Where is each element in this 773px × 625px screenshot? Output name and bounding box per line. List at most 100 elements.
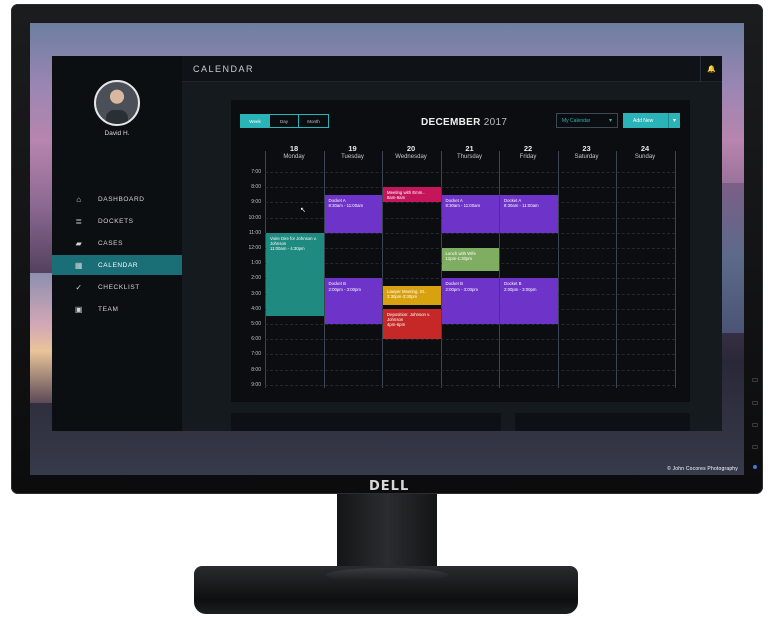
calendar-event[interactable]: Lawyer Meeting, St.. 2:30pm-3:30pm: [383, 286, 441, 305]
photo-credit: © John Cocores Photography: [667, 466, 738, 472]
event-title: Deposition: Johnson v. Johnson: [387, 311, 431, 322]
notifications-button[interactable]: 🔔: [700, 56, 722, 82]
event-title: Voire Dire for Johnson v. Johnson: [270, 235, 317, 246]
time-label: 2:00: [251, 275, 261, 282]
month-title: DECEMBER 2017: [421, 117, 507, 128]
grid-row-line: [265, 369, 675, 371]
calendar-select[interactable]: My Calendar ▾: [556, 113, 618, 128]
day-header: 23 Saturday: [558, 145, 616, 161]
day-header: 22 Friday: [499, 145, 557, 161]
grid-row-line: [265, 324, 675, 325]
chevron-down-icon[interactable]: ▾: [668, 113, 680, 128]
calendar-app: David H. ⌂ DASHBOARD ≣ DOCKETS ▰ CASES ▦ CALEND…: [52, 56, 722, 431]
calendar-event[interactable]: Deposition: Johnson v. Johnson 4pm-6pm: [383, 308, 441, 340]
day-number: 20: [406, 144, 416, 153]
day-name: Sunday: [634, 154, 656, 160]
sidebar-item-label: DASHBOARD: [98, 195, 145, 203]
sidebar-item-cases[interactable]: ▰ CASES: [52, 233, 182, 253]
time-label: 6:00: [251, 336, 261, 343]
grid-row-line: [265, 172, 675, 173]
monitor-photo: David H. ⌂ DASHBOARD ≣ DOCKETS ▰ CASES ▦ CALEND…: [0, 0, 773, 625]
event-time: 11:00am - 4:30pm: [270, 246, 305, 252]
day-number: 21: [465, 144, 474, 153]
time-label: 1:00: [251, 260, 261, 267]
event-time: 4pm-6pm: [387, 322, 406, 328]
day-header: 24 Sunday: [616, 145, 674, 161]
monitor-stand-ring: [326, 568, 448, 582]
avatar[interactable]: [94, 80, 140, 126]
time-label: 8:00: [251, 366, 261, 373]
calendar-event[interactable]: Meeting with Emm.. 8am-9am: [383, 187, 441, 203]
day-number: 23: [582, 144, 591, 153]
year: 2017: [483, 117, 508, 128]
day-number: 18: [289, 144, 299, 153]
monitor-stand-neck: [337, 494, 437, 572]
monitor-screen: David H. ⌂ DASHBOARD ≣ DOCKETS ▰ CASES ▦ CALEND…: [30, 23, 744, 475]
briefcase-icon: ▰: [75, 238, 83, 248]
day-name: Friday: [519, 154, 537, 160]
calendar-event[interactable]: Docket B 2:00pm - 3:00pm: [441, 278, 499, 324]
calendar-select-value: My Calendar: [562, 117, 591, 124]
time-label: 11:00: [248, 229, 261, 236]
bell-icon: 🔔: [707, 66, 716, 73]
day-header: 18 Monday: [265, 145, 323, 161]
calendar-event[interactable]: Docket A 8:30am - 11:00am: [324, 194, 382, 233]
calendar-event[interactable]: Docket B 2:00pm - 3:00pm: [324, 278, 382, 324]
calendar-event[interactable]: Lunch with Wife 12pm-1:30pm: [441, 248, 499, 271]
event-time: 2:00pm - 3:00pm: [328, 286, 361, 292]
sidebar: David H. ⌂ DASHBOARD ≣ DOCKETS ▰ CASES ▦ CALEND…: [52, 56, 182, 431]
day-name: Saturday: [574, 154, 599, 160]
event-time: 2:00pm - 3:00pm: [504, 286, 537, 292]
page-title: CALENDAR: [193, 64, 255, 74]
wallpaper-left: [30, 273, 54, 403]
event-time: 2:30pm-3:30pm: [387, 294, 418, 300]
monitor-button: [752, 423, 758, 427]
contact-icon: ▣: [74, 304, 84, 314]
calendar-event[interactable]: Voire Dire for Johnson v. Johnson 11:00am…: [266, 232, 324, 317]
view-day-button[interactable]: Day: [270, 115, 299, 127]
event-time: 2:00pm - 3:00pm: [445, 286, 478, 292]
grid-row-line: [265, 354, 675, 356]
add-new-label: Add New: [633, 117, 654, 124]
bottom-panel-right: [515, 413, 690, 431]
home-icon: ⌂: [76, 194, 82, 204]
wallpaper-right: [720, 183, 744, 333]
time-label: 3:00: [251, 290, 261, 297]
power-led: [753, 465, 757, 469]
event-time: 12pm-1:30pm: [445, 256, 473, 262]
grid-row-line: [265, 384, 675, 386]
sidebar-item-checklist[interactable]: ✓ CHECKLIST: [52, 277, 182, 297]
sidebar-item-label: TEAM: [98, 305, 119, 313]
calendar-card: Week Day Month DECEMBER 2017 My Calendar ▾…: [231, 100, 690, 402]
time-label: 10:00: [248, 214, 261, 221]
dell-logo: DELL: [369, 479, 410, 494]
time-label: 12:00: [248, 245, 261, 251]
add-new-button[interactable]: Add New ▾: [623, 113, 680, 128]
calendar-event[interactable]: Docket A 8:30am - 11:00am: [441, 194, 499, 233]
day-header: 19 Tuesday: [324, 145, 382, 161]
chevron-down-icon: ▾: [608, 118, 612, 124]
bottom-panel-left: [231, 413, 501, 431]
event-time: 8am-9am: [387, 195, 406, 201]
view-week-button[interactable]: Week: [241, 115, 270, 127]
sidebar-item-calendar[interactable]: ▦ CALENDAR: [52, 255, 182, 275]
time-label: 9:00: [251, 381, 261, 388]
event-time: 8:30am - 11:00am: [328, 203, 364, 208]
sidebar-item-team[interactable]: ▣ TEAM: [52, 299, 182, 319]
monitor-button: [752, 378, 758, 382]
day-name: Monday: [283, 154, 305, 160]
event-time: 8:30am - 11:00am: [445, 203, 481, 208]
sidebar-item-label: DOCKETS: [98, 217, 134, 225]
day-name: Tuesday: [341, 154, 364, 160]
view-month-button[interactable]: Month: [299, 115, 328, 127]
time-label: 7:00: [251, 169, 261, 175]
sidebar-item-dockets[interactable]: ≣ DOCKETS: [52, 211, 182, 231]
calendar-event[interactable]: Docket B 2:00pm - 3:00pm: [500, 278, 558, 324]
day-number: 22: [523, 144, 533, 153]
monitor-button: [752, 401, 758, 405]
day-header: 20 Wednesday: [382, 145, 440, 161]
calendar-event[interactable]: Docket A 8:30am - 11:00am: [500, 194, 558, 233]
sidebar-item-dashboard[interactable]: ⌂ DASHBOARD: [52, 189, 182, 209]
day-header: 21 Thursday: [441, 145, 499, 161]
sidebar-item-label: CALENDAR: [98, 261, 139, 269]
